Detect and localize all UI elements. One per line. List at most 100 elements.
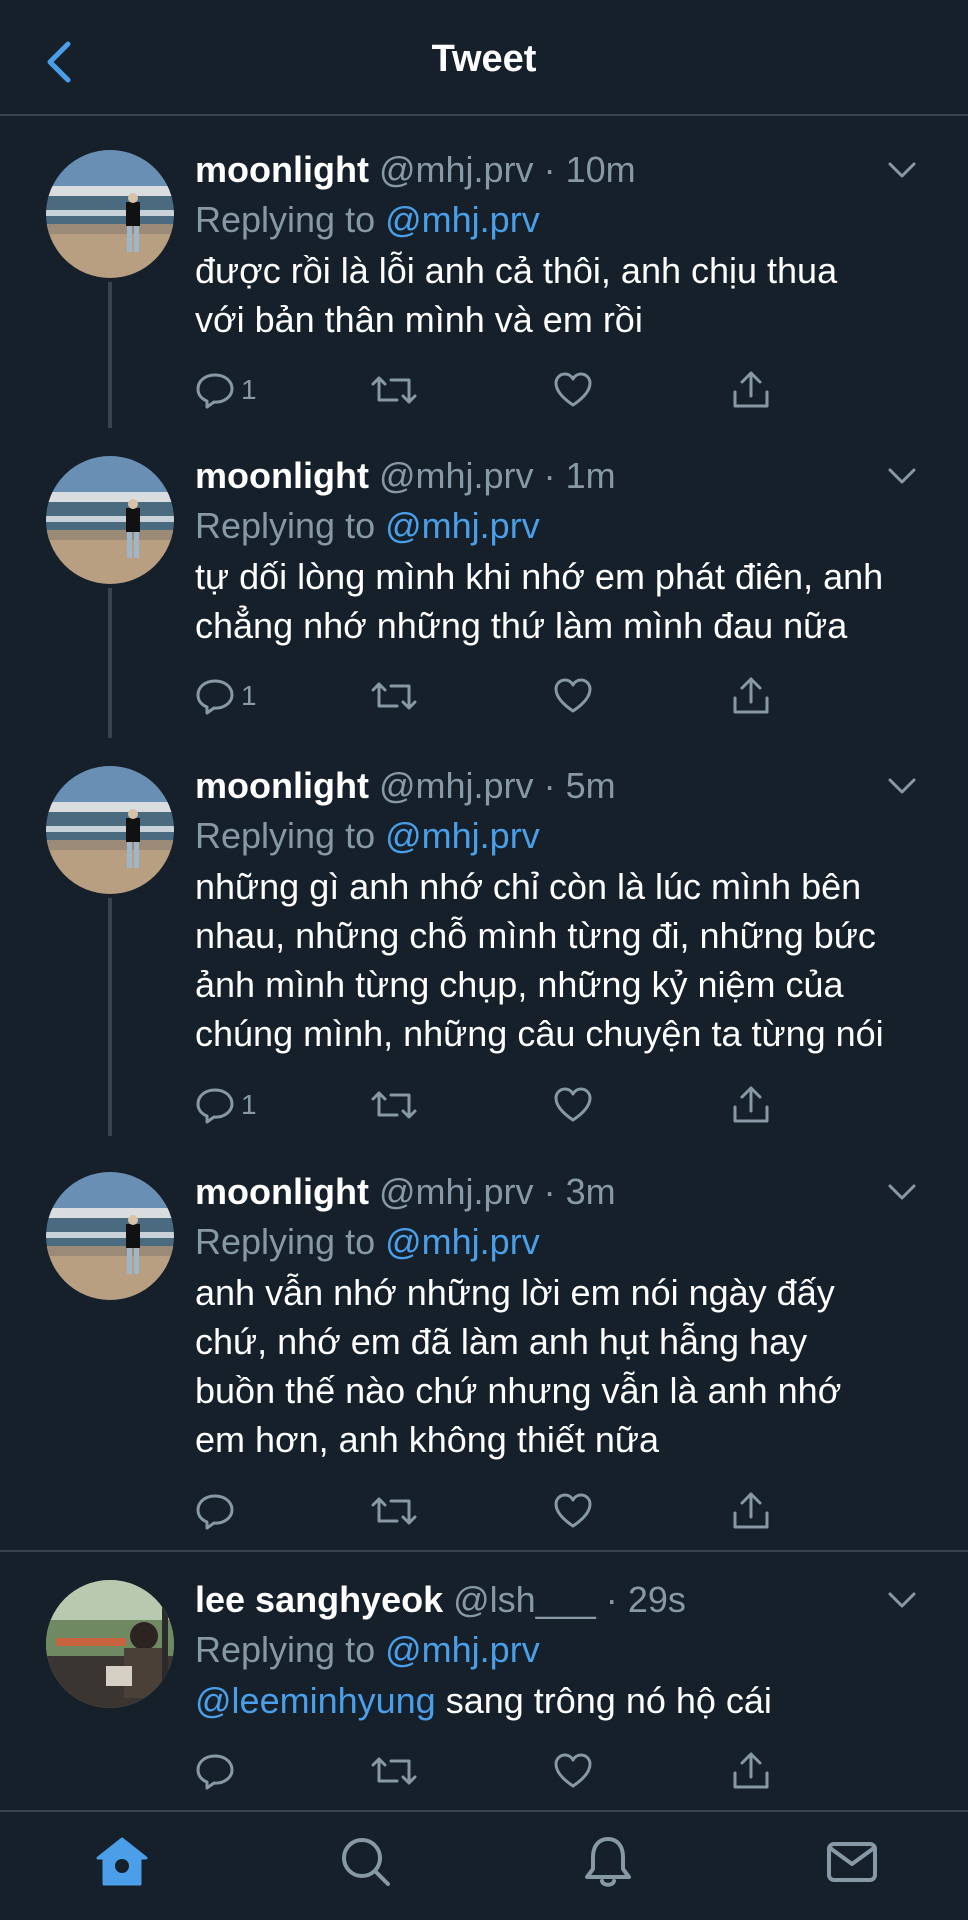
tweet[interactable]: moonlight @mhj.prv · 1m Replying to @mhj… [0, 426, 968, 738]
separator-dot: · [543, 1171, 556, 1212]
share-icon [733, 371, 769, 408]
thread-connector [108, 898, 112, 1136]
chevron-down-icon [888, 778, 916, 794]
like-button[interactable] [553, 1080, 593, 1130]
user-handle[interactable]: @mhj.prv [379, 765, 534, 806]
timestamp[interactable]: 1m [566, 455, 616, 496]
timestamp[interactable]: 3m [566, 1171, 616, 1212]
replying-label: Replying to [195, 1221, 376, 1262]
tab-notifications[interactable] [578, 1832, 638, 1892]
tweet-menu-button[interactable] [882, 766, 922, 806]
replying-label: Replying to [195, 1629, 376, 1670]
tab-home[interactable] [92, 1832, 152, 1892]
chevron-down-icon [888, 1592, 916, 1608]
timestamp[interactable]: 29s [628, 1579, 686, 1620]
retweet-icon [371, 376, 417, 404]
tab-search[interactable] [336, 1832, 396, 1892]
home-icon [96, 1837, 148, 1886]
tweet[interactable]: moonlight @mhj.prv · 3m Replying to @mhj… [0, 1142, 968, 1542]
tweet[interactable]: moonlight @mhj.prv · 10m Replying to @mh… [0, 120, 968, 428]
reply-icon [196, 1088, 234, 1124]
tweet-menu-button[interactable] [882, 1172, 922, 1212]
display-name[interactable]: moonlight [195, 765, 369, 806]
top-bar: Tweet [0, 0, 968, 116]
like-icon [554, 372, 592, 407]
tweet-text: những gì anh nhớ chỉ còn là lúc mình bên… [195, 862, 935, 1058]
beach-photo [46, 766, 174, 894]
share-button[interactable] [731, 365, 771, 415]
tweet-text-line: buồn thế nào chứ nhưng vẫn là anh nhớ [195, 1370, 842, 1411]
display-name[interactable]: moonlight [195, 455, 369, 496]
like-button[interactable] [553, 671, 593, 721]
search-icon [342, 1838, 390, 1886]
separator-dot: · [543, 765, 556, 806]
tweet[interactable]: lee sanghyeok @lsh___ · 29s Replying to … [0, 1550, 968, 1810]
avatar[interactable] [46, 150, 174, 278]
tweet-menu-button[interactable] [882, 456, 922, 496]
tweet-text-line: với bản thân mình và em rồi [195, 299, 643, 340]
reply-button[interactable]: 1 [195, 671, 257, 721]
avatar[interactable] [46, 766, 174, 894]
replying-mention[interactable]: @mhj.prv [385, 815, 540, 856]
display-name[interactable]: moonlight [195, 1171, 369, 1212]
user-handle[interactable]: @lsh___ [453, 1579, 596, 1620]
replying-mention[interactable]: @mhj.prv [385, 505, 540, 546]
timestamp[interactable]: 10m [566, 149, 636, 190]
mention-link[interactable]: @leeminhyung [195, 1680, 436, 1721]
retweet-button[interactable] [371, 1746, 417, 1796]
replying-mention[interactable]: @mhj.prv [385, 1629, 540, 1670]
retweet-button[interactable] [371, 1486, 417, 1536]
replying-to: Replying to @mhj.prv [195, 1626, 540, 1674]
separator-dot: · [605, 1579, 618, 1620]
share-button[interactable] [731, 671, 771, 721]
avatar[interactable] [46, 456, 174, 584]
tweet[interactable]: moonlight @mhj.prv · 5m Replying to @mhj… [0, 736, 968, 1136]
timestamp[interactable]: 5m [566, 765, 616, 806]
retweet-button[interactable] [371, 671, 417, 721]
beach-photo [46, 1172, 174, 1300]
tweet-actions: 1 [195, 365, 795, 415]
share-button[interactable] [731, 1080, 771, 1130]
retweet-button[interactable] [371, 365, 417, 415]
messages-icon [827, 1842, 877, 1882]
like-icon [554, 1493, 592, 1528]
tweet-text-line: chúng mình, những câu chuyện ta từng nói [195, 1013, 884, 1054]
separator-dot: · [543, 149, 556, 190]
display-name[interactable]: moonlight [195, 149, 369, 190]
reply-button[interactable]: 1 [195, 1080, 257, 1130]
avatar[interactable] [46, 1172, 174, 1300]
tweet-text-line: tự dối lòng mình khi nhớ em phát điên, a… [195, 556, 884, 597]
retweet-button[interactable] [371, 1080, 417, 1130]
like-button[interactable] [553, 1486, 593, 1536]
share-icon [733, 677, 769, 714]
notifications-icon [585, 1837, 631, 1887]
tweet-text-body: sang trông nó hộ cái [435, 1680, 772, 1721]
reading-person-photo [46, 1580, 174, 1708]
like-button[interactable] [553, 365, 593, 415]
display-name[interactable]: lee sanghyeok [195, 1579, 443, 1620]
tab-messages[interactable] [822, 1832, 882, 1892]
share-button[interactable] [731, 1486, 771, 1536]
bottom-tab-bar [0, 1810, 968, 1920]
like-button[interactable] [553, 1746, 593, 1796]
tweet-text-line: anh vẫn nhớ những lời em nói ngày đấy [195, 1272, 835, 1313]
user-handle[interactable]: @mhj.prv [379, 455, 534, 496]
tweet-text: được rồi là lỗi anh cả thôi, anh chịu th… [195, 246, 935, 344]
tweet-menu-button[interactable] [882, 1580, 922, 1620]
reply-button[interactable]: 1 [195, 365, 257, 415]
user-handle[interactable]: @mhj.prv [379, 1171, 534, 1212]
reply-button[interactable] [195, 1486, 241, 1536]
share-button[interactable] [731, 1746, 771, 1796]
tweet-text: tự dối lòng mình khi nhớ em phát điên, a… [195, 552, 935, 650]
replying-mention[interactable]: @mhj.prv [385, 199, 540, 240]
replying-label: Replying to [195, 199, 376, 240]
share-icon [733, 1752, 769, 1789]
reply-icon [196, 1754, 234, 1790]
thread-connector [108, 282, 112, 428]
replying-to: Replying to @mhj.prv [195, 812, 540, 860]
avatar[interactable] [46, 1580, 174, 1708]
tweet-menu-button[interactable] [882, 150, 922, 190]
replying-mention[interactable]: @mhj.prv [385, 1221, 540, 1262]
user-handle[interactable]: @mhj.prv [379, 149, 534, 190]
reply-button[interactable] [195, 1746, 241, 1796]
